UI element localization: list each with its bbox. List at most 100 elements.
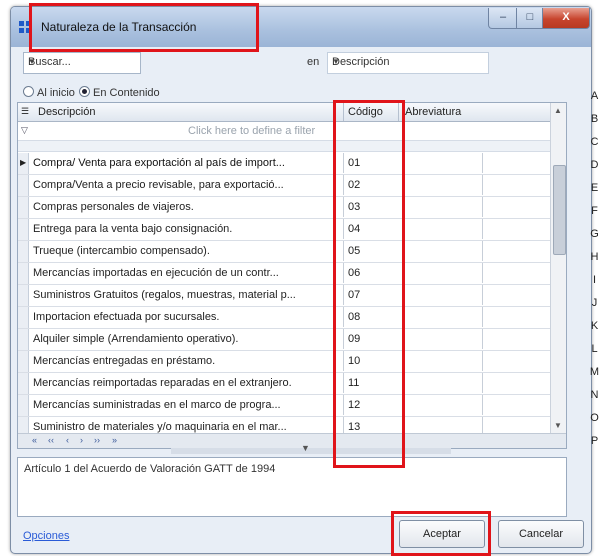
maximize-button[interactable]: □ — [516, 8, 544, 29]
cell-description: Compra/ Venta para exportación al país d… — [33, 157, 285, 169]
index-letter[interactable]: L — [586, 343, 603, 366]
cell-description: Mercancías entregadas en préstamo. — [33, 355, 216, 367]
cell-description: Alquiler simple (Arrendamiento operativo… — [33, 333, 239, 345]
scroll-down-icon[interactable]: ▼ — [554, 421, 562, 430]
table-row[interactable]: Entrega para la venta bajo consignación.… — [18, 219, 566, 241]
cell-description: Entrega para la venta bajo consignación. — [33, 223, 233, 235]
radio-circle-icon — [23, 86, 34, 97]
vertical-scrollbar[interactable]: ▲ ▼ — [550, 103, 566, 433]
filter-row[interactable]: ▽ Click here to define a filter — [18, 122, 566, 141]
table-row[interactable]: Trueque (intercambio compensado). 05 — [18, 241, 566, 263]
cell-code: 01 — [348, 157, 361, 169]
chevron-down-icon: ▼ — [28, 57, 36, 66]
cell-description: Suministros Gratuitos (regalos, muestras… — [33, 289, 296, 301]
close-button[interactable]: X — [542, 8, 590, 29]
index-letter[interactable]: K — [586, 320, 603, 343]
cell-description: Importacion efectuada por sucursales. — [33, 311, 220, 323]
cell-description: Compra/Venta a precio revisable, para ex… — [33, 179, 284, 191]
radio-selected-icon — [79, 86, 90, 97]
table-row[interactable]: Alquiler simple (Arrendamiento operativo… — [18, 329, 566, 351]
cell-code: 05 — [348, 245, 361, 257]
table-row[interactable]: Mercancías reimportadas reparadas en el … — [18, 373, 566, 395]
index-letter[interactable]: B — [586, 113, 603, 136]
column-header-abbreviation[interactable]: Abreviatura — [405, 106, 461, 118]
cell-code: 09 — [348, 333, 361, 345]
index-letter[interactable]: M — [586, 366, 603, 389]
table-row[interactable]: ▶ Compra/ Venta para exportación al país … — [18, 153, 566, 175]
cell-code: 02 — [348, 179, 361, 191]
index-letter[interactable]: E — [586, 182, 603, 205]
description-text: Artículo 1 del Acuerdo de Valoración GAT… — [24, 463, 276, 475]
dialog-window: Naturaleza de la Transacción – □ X Busca… — [10, 6, 592, 554]
nav-prev-icon[interactable]: ‹ — [66, 435, 69, 445]
table-row[interactable]: Mercancías suministradas en el marco de … — [18, 395, 566, 417]
radio-en-contenido[interactable]: En Contenido — [79, 86, 160, 99]
cell-description: Compras personales de viajeros. — [33, 201, 194, 213]
nav-prev-page-icon[interactable]: ‹‹ — [48, 435, 54, 445]
index-letter[interactable]: D — [586, 159, 603, 182]
minimize-button[interactable]: – — [488, 8, 518, 29]
table-row[interactable]: Suministros Gratuitos (regalos, muestras… — [18, 285, 566, 307]
index-letter[interactable]: O — [586, 412, 603, 435]
alphabet-index: A B C D E F G H I J K L M N O P — [586, 90, 603, 458]
nav-last-icon[interactable]: » — [112, 435, 117, 445]
index-letter[interactable]: N — [586, 389, 603, 412]
cell-code: 04 — [348, 223, 361, 235]
index-letter[interactable]: P — [586, 435, 603, 458]
search-combo[interactable]: Buscar... ▼ — [23, 52, 141, 74]
search-field-select[interactable]: Descripción ▼ — [327, 52, 489, 74]
index-letter[interactable]: C — [586, 136, 603, 159]
table-row[interactable]: Importacion efectuada por sucursales. 08 — [18, 307, 566, 329]
cell-description: Mercancías importadas en ejecución de un… — [33, 267, 279, 279]
column-header-code[interactable]: Código — [348, 106, 383, 118]
cell-code: 07 — [348, 289, 361, 301]
current-row-icon: ▶ — [20, 158, 27, 167]
cell-description: Trueque (intercambio compensado). — [33, 245, 210, 257]
cell-code: 11 — [348, 377, 360, 389]
app-grid-icon — [19, 21, 31, 33]
table-row[interactable]: Compras personales de viajeros. 03 — [18, 197, 566, 219]
table-row[interactable]: Compra/Venta a precio revisable, para ex… — [18, 175, 566, 197]
title-bar: Naturaleza de la Transacción – □ X — [11, 7, 591, 47]
index-letter[interactable]: A — [586, 90, 603, 113]
nav-first-icon[interactable]: « — [32, 435, 37, 445]
grid-navigator: « ‹‹ ‹ › ›› » — [18, 433, 566, 448]
cell-description: Mercancías reimportadas reparadas en el … — [33, 377, 292, 389]
cell-description: Mercancías suministradas en el marco de … — [33, 399, 281, 411]
splitter-handle-icon: ▼ — [301, 443, 310, 453]
chevron-down-icon: ▼ — [332, 57, 340, 66]
column-chooser-icon[interactable]: ☰ — [21, 106, 29, 117]
index-letter[interactable]: I — [586, 274, 603, 297]
options-link[interactable]: Opciones — [23, 530, 69, 542]
index-letter[interactable]: H — [586, 251, 603, 274]
grid-header: ☰ Descripción Código Abreviatura — [18, 103, 566, 122]
accept-button[interactable]: Aceptar — [399, 520, 485, 548]
window-title: Naturaleza de la Transacción — [41, 20, 197, 34]
nav-next-page-icon[interactable]: ›› — [94, 435, 100, 445]
grid-rows: ▶ Compra/ Venta para exportación al país … — [18, 153, 566, 439]
index-letter[interactable]: G — [586, 228, 603, 251]
cell-code: 13 — [348, 421, 361, 433]
cell-code: 08 — [348, 311, 361, 323]
table-row[interactable]: Mercancías entregadas en préstamo. 10 — [18, 351, 566, 373]
cell-description: Suministro de materiales y/o maquinaria … — [33, 421, 287, 433]
index-letter[interactable]: F — [586, 205, 603, 228]
cell-code: 12 — [348, 399, 361, 411]
table-row[interactable]: Mercancías importadas en ejecución de un… — [18, 263, 566, 285]
search-in-label: en — [307, 56, 320, 68]
group-panel — [18, 141, 566, 152]
nav-next-icon[interactable]: › — [80, 435, 83, 445]
radio-al-inicio[interactable]: Al inicio — [23, 86, 75, 99]
cell-code: 10 — [348, 355, 361, 367]
column-header-description[interactable]: Descripción — [38, 106, 95, 118]
description-panel: Artículo 1 del Acuerdo de Valoración GAT… — [17, 457, 567, 517]
panel-splitter[interactable]: ▼ — [171, 443, 451, 454]
filter-hint: Click here to define a filter — [188, 125, 316, 137]
radio-label: Al inicio — [37, 87, 75, 99]
search-row: Buscar... ▼ en Descripción ▼ — [17, 52, 489, 74]
filter-icon: ▽ — [21, 125, 28, 135]
scroll-up-icon[interactable]: ▲ — [554, 106, 562, 115]
cancel-button[interactable]: Cancelar — [498, 520, 584, 548]
scroll-thumb[interactable] — [553, 165, 566, 255]
index-letter[interactable]: J — [586, 297, 603, 320]
